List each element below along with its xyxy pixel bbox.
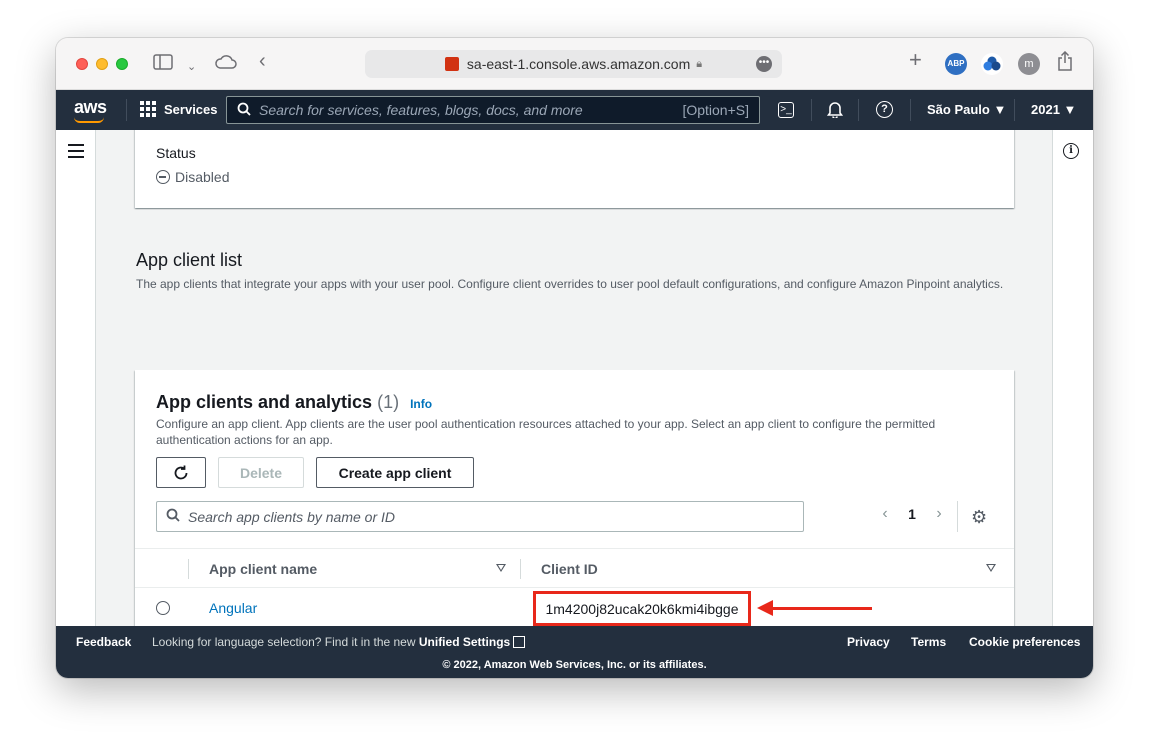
terms-link[interactable]: Terms (911, 635, 946, 649)
sidebar-toggle-icon[interactable] (153, 54, 173, 75)
sort-icon[interactable] (986, 564, 996, 572)
main-content: Status Disabled App client list The app … (97, 130, 1052, 626)
card-description: Configure an app client. App clients are… (156, 417, 936, 447)
column-header-app-client-name[interactable]: App client name (209, 561, 317, 577)
pagination: ‹ 1 › (873, 505, 951, 523)
aws-smile-icon (74, 117, 104, 123)
nav-divider (811, 99, 812, 121)
column-header-client-id[interactable]: Client ID (541, 561, 598, 577)
more-options-icon[interactable]: ••• (756, 56, 772, 72)
close-window-button[interactable] (76, 58, 88, 70)
language-notice-text: Looking for language selection? Find it … (152, 635, 416, 649)
global-search-placeholder: Search for services, features, blogs, do… (259, 102, 583, 118)
nav-divider (1014, 99, 1015, 121)
services-label: Services (164, 101, 218, 117)
row-select-radio[interactable] (156, 601, 170, 615)
previous-page-icon[interactable]: ‹ (873, 505, 897, 523)
status-card: Status Disabled (135, 130, 1014, 208)
privacy-link[interactable]: Privacy (847, 635, 890, 649)
feedback-link[interactable]: Feedback (76, 635, 131, 649)
sort-icon[interactable] (496, 564, 506, 572)
url-text: sa-east-1.console.aws.amazon.com (466, 56, 691, 72)
browser-toolbar: ⌄ ‹ sa-east-1.console.aws.amazon.com 🔒︎ … (56, 38, 1093, 90)
info-panel-icon[interactable]: i (1063, 143, 1079, 159)
left-navigation-rail (56, 130, 96, 626)
minimize-window-button[interactable] (96, 58, 108, 70)
unified-settings-link[interactable]: Unified Settings (419, 635, 510, 649)
console-footer: Feedback Looking for language selection?… (56, 626, 1093, 678)
refresh-icon (174, 465, 188, 479)
client-count: (1) (377, 392, 400, 412)
cloudshell-icon[interactable]: >_ (778, 102, 794, 118)
hamburger-menu-icon[interactable] (68, 144, 84, 162)
language-notice: Looking for language selection? Find it … (152, 635, 526, 649)
delete-button[interactable]: Delete (218, 457, 304, 488)
section-title: App client list (136, 250, 243, 270)
copyright: © 2022, Amazon Web Services, Inc. or its… (442, 659, 707, 671)
column-divider (520, 559, 521, 579)
notifications-bell-icon[interactable] (825, 100, 845, 120)
aws-favicon-icon (444, 57, 459, 71)
external-link-icon (513, 636, 526, 648)
account-label: 2021 (1031, 102, 1060, 117)
client-id-value[interactable]: 1m4200j82ucak20k6kmi4ibgge (545, 601, 738, 617)
search-shortcut: [Option+S] (682, 102, 749, 118)
right-tools-rail: i (1052, 130, 1093, 626)
gear-icon[interactable]: ⚙ (971, 507, 987, 528)
browser-window: ⌄ ‹ sa-east-1.console.aws.amazon.com 🔒︎ … (56, 38, 1093, 678)
global-search-input[interactable]: Search for services, features, blogs, do… (226, 96, 760, 124)
region-selector[interactable]: São Paulo ▼ (927, 102, 1006, 117)
adblock-plus-icon[interactable]: ABP (945, 53, 967, 75)
table-header: App client name Client ID (135, 548, 1014, 588)
column-divider (188, 559, 189, 579)
region-label: São Paulo (927, 102, 990, 117)
status-value-text: Disabled (175, 169, 230, 185)
help-icon[interactable]: ? (876, 101, 893, 118)
nav-divider (858, 99, 859, 121)
nav-divider (126, 99, 127, 121)
search-icon (237, 102, 251, 119)
table-row[interactable]: Angular 1m4200j82ucak20k6kmi4ibgge (135, 588, 1014, 626)
cloud-icon[interactable] (214, 54, 238, 75)
app-clients-card: App clients and analytics (1) Info Confi… (135, 370, 1014, 626)
address-bar[interactable]: sa-east-1.console.aws.amazon.com 🔒︎ ••• (365, 50, 782, 78)
maximize-window-button[interactable] (116, 58, 128, 70)
app-client-name-link[interactable]: Angular (209, 600, 257, 616)
search-icon (166, 508, 180, 525)
annotation-arrow-icon (757, 600, 872, 616)
refresh-button[interactable] (156, 457, 206, 488)
app-client-search[interactable] (156, 501, 804, 532)
client-id-highlight: 1m4200j82ucak20k6kmi4ibgge (533, 591, 751, 626)
status-label: Status (156, 145, 196, 161)
app-client-search-input[interactable] (188, 508, 788, 525)
share-icon[interactable] (1057, 50, 1073, 76)
section-description: The app clients that integrate your apps… (136, 277, 1004, 291)
card-title: App clients and analytics (1) Info (156, 392, 432, 413)
lock-icon: 🔒︎ (696, 57, 703, 70)
info-link[interactable]: Info (410, 397, 432, 411)
services-menu[interactable]: Services (140, 101, 218, 117)
extension-flower-icon[interactable] (981, 53, 1003, 75)
account-menu[interactable]: 2021 ▼ (1031, 102, 1076, 117)
create-app-client-button[interactable]: Create app client (316, 457, 474, 488)
nav-divider (910, 99, 911, 121)
status-value: Disabled (156, 169, 229, 185)
next-page-icon[interactable]: › (927, 505, 951, 523)
chevron-down-icon[interactable]: ⌄ (187, 57, 196, 77)
grid-icon (140, 101, 156, 117)
new-tab-plus-icon[interactable]: + (909, 49, 922, 71)
aws-logo[interactable]: aws (74, 97, 107, 118)
back-arrow-icon[interactable]: ‹ (259, 51, 266, 71)
pagination-divider (957, 501, 958, 532)
disabled-status-icon (156, 170, 170, 184)
cookie-preferences-link[interactable]: Cookie preferences (969, 635, 1080, 649)
aws-console-header: aws Services Search for services, featur… (56, 90, 1093, 130)
card-title-text: App clients and analytics (156, 392, 373, 412)
profile-avatar[interactable]: m (1018, 53, 1040, 75)
current-page[interactable]: 1 (897, 506, 927, 522)
